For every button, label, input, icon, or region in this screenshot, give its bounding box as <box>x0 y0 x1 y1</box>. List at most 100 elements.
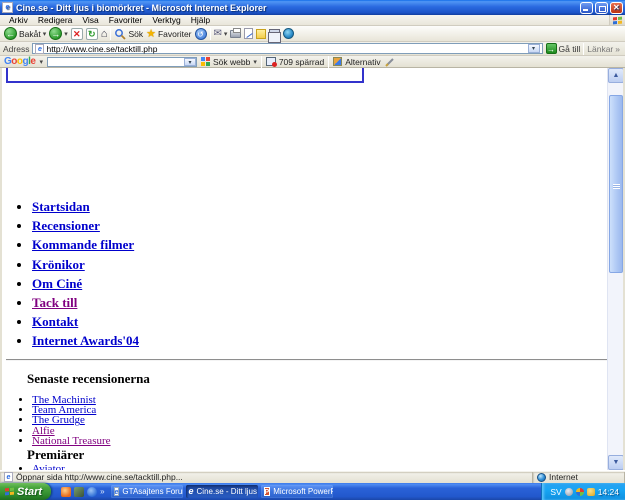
taskbar-clock: 14:24 <box>598 487 619 497</box>
task-gtasajtens-forum[interactable]: e GTAsajtens Forum ->... <box>111 485 183 498</box>
taskbar: Start » e GTAsajtens Forum ->... e Cine.… <box>0 483 625 500</box>
menu-arkiv[interactable]: Arkiv <box>4 15 33 25</box>
print-button[interactable] <box>230 30 241 38</box>
refresh-button[interactable]: ↻ <box>86 28 98 40</box>
google-separator <box>261 56 262 68</box>
scroll-down-icon[interactable]: ▼ <box>608 455 624 470</box>
quick-launch-icon-1[interactable] <box>61 487 71 497</box>
close-button[interactable] <box>610 2 623 14</box>
fullscreen-button[interactable] <box>269 29 280 38</box>
screen: e Cine.se - Ditt ljus i biomörkret - Mic… <box>0 0 625 500</box>
task-powerpoint[interactable]: P Microsoft PowerPoint ... <box>261 485 333 498</box>
vertical-scrollbar[interactable]: ▲ ▼ <box>607 68 623 470</box>
status-bar: e Öppnar sida http://www.cine.se/tacktil… <box>0 470 625 483</box>
review-link-national-treasure[interactable]: National Treasure <box>32 435 111 447</box>
nav-link-recensioner[interactable]: Recensioner <box>32 218 100 233</box>
highlighter-icon[interactable] <box>385 57 395 67</box>
blocked-count-label: 709 spärrad <box>279 57 324 67</box>
edit-button[interactable] <box>244 28 253 39</box>
forward-dropdown-icon[interactable]: ▾ <box>64 30 68 38</box>
ie-document-icon: e <box>114 487 120 496</box>
search-icon <box>114 28 126 40</box>
messenger-button[interactable] <box>283 28 294 39</box>
quick-launch-overflow-icon[interactable]: » <box>100 487 104 496</box>
history-button[interactable]: ↺ <box>195 28 207 40</box>
list-item: Startsidan <box>32 201 139 213</box>
favorites-button[interactable]: ★ Favoriter <box>146 27 191 40</box>
links-chevron-icon: » <box>615 44 620 54</box>
options-button[interactable]: Alternativ <box>333 57 380 67</box>
quick-launch-ie-icon[interactable] <box>87 487 97 497</box>
back-dropdown-icon[interactable]: ▾ <box>43 30 47 38</box>
premiere-link-aviator[interactable]: Aviator <box>32 463 65 470</box>
latest-reviews-list: The Machinist Team America The Grudge Al… <box>32 395 111 446</box>
address-input[interactable]: e http://www.cine.se/tacktill.php ▾ <box>32 43 542 54</box>
quick-launch-icon-2[interactable] <box>74 487 84 497</box>
search-button[interactable]: Sök <box>114 28 143 40</box>
tray-volume-icon[interactable] <box>565 488 573 496</box>
quick-launch-bar: » <box>57 483 108 500</box>
nav-link-kommande-filmer[interactable]: Kommande filmer <box>32 237 134 252</box>
address-dropdown-icon[interactable]: ▾ <box>528 44 540 53</box>
stop-button[interactable]: ✕ <box>71 28 83 40</box>
tray-update-icon[interactable] <box>587 488 595 496</box>
favorites-label: Favoriter <box>158 29 192 39</box>
nav-link-internet-awards[interactable]: Internet Awards'04 <box>32 333 139 348</box>
search-label: Sök <box>128 29 143 39</box>
menu-visa[interactable]: Visa <box>77 15 103 25</box>
google-logo[interactable]: Google <box>4 56 35 67</box>
start-button[interactable]: Start <box>0 483 51 500</box>
google-search-dropdown-icon[interactable]: ▾ <box>184 58 196 66</box>
scrollbar-thumb[interactable] <box>609 95 623 273</box>
nav-link-kronikor[interactable]: Krönikor <box>32 257 85 272</box>
list-item: Krönikor <box>32 259 139 271</box>
list-item: Om Ciné <box>32 278 139 290</box>
internet-zone-icon <box>537 473 546 482</box>
mail-button[interactable]: ✉ ▾ <box>214 28 228 39</box>
google-search-input[interactable]: ▾ <box>47 57 197 67</box>
ie-throbber <box>609 15 625 25</box>
home-button[interactable]: ⌂ <box>101 28 108 40</box>
back-button[interactable]: ← Bakåt ▾ <box>4 27 46 40</box>
scroll-up-icon[interactable]: ▲ <box>608 68 624 83</box>
task-button-area: e GTAsajtens Forum ->... e Cine.se - Dit… <box>109 483 542 500</box>
list-item: Kontakt <box>32 316 139 328</box>
discuss-button[interactable] <box>256 29 266 39</box>
menu-hjalp[interactable]: Hjälp <box>186 15 215 25</box>
zone-label: Internet <box>549 472 578 482</box>
nav-link-om-cine[interactable]: Om Ciné <box>32 276 82 291</box>
menu-redigera[interactable]: Redigera <box>33 15 78 25</box>
language-indicator[interactable]: SV <box>550 487 561 497</box>
google-logo-dropdown-icon[interactable]: ▾ <box>39 58 43 66</box>
list-item: Internet Awards'04 <box>32 335 139 347</box>
menu-favoriter[interactable]: Favoriter <box>104 15 148 25</box>
toolbar-separator <box>110 28 111 40</box>
mail-icon: ✉ <box>214 28 222 39</box>
start-windows-logo-icon <box>5 488 14 496</box>
task-cine-se[interactable]: e Cine.se - Ditt ljus i bio... <box>186 485 258 498</box>
mail-dropdown-icon[interactable]: ▾ <box>224 30 228 38</box>
menu-bar: Arkiv Redigera Visa Favoriter Verktyg Hj… <box>0 15 625 26</box>
menu-verktyg[interactable]: Verktyg <box>147 15 185 25</box>
forward-button[interactable]: → ▾ <box>49 27 68 40</box>
popup-blocker-button[interactable]: 709 spärrad <box>266 57 324 67</box>
premieres-list: Aviator <box>32 464 65 470</box>
search-web-dropdown-icon[interactable]: ▾ <box>253 58 257 66</box>
nav-link-tack-till[interactable]: Tack till <box>32 295 77 310</box>
task-label: Cine.se - Ditt ljus i bio... <box>197 487 258 496</box>
google-search-web-button[interactable]: Sök webb ▾ <box>201 57 257 67</box>
links-toolbar[interactable]: Länkar » <box>587 44 622 54</box>
list-item: Recensioner <box>32 220 139 232</box>
nav-link-startsidan[interactable]: Startsidan <box>32 199 90 214</box>
minimize-button[interactable] <box>580 2 593 14</box>
premieres-heading: Premiärer <box>27 447 84 463</box>
tray-app-icon[interactable] <box>576 488 584 496</box>
go-button[interactable]: → Gå till <box>546 43 581 54</box>
go-arrow-icon: → <box>546 43 557 54</box>
list-item: Aviator <box>32 464 65 470</box>
restore-button[interactable] <box>595 2 608 14</box>
nav-link-kontakt[interactable]: Kontakt <box>32 314 78 329</box>
site-navigation: Startsidan Recensioner Kommande filmer K… <box>32 201 139 355</box>
back-icon: ← <box>4 27 17 40</box>
go-label: Gå till <box>559 44 581 54</box>
